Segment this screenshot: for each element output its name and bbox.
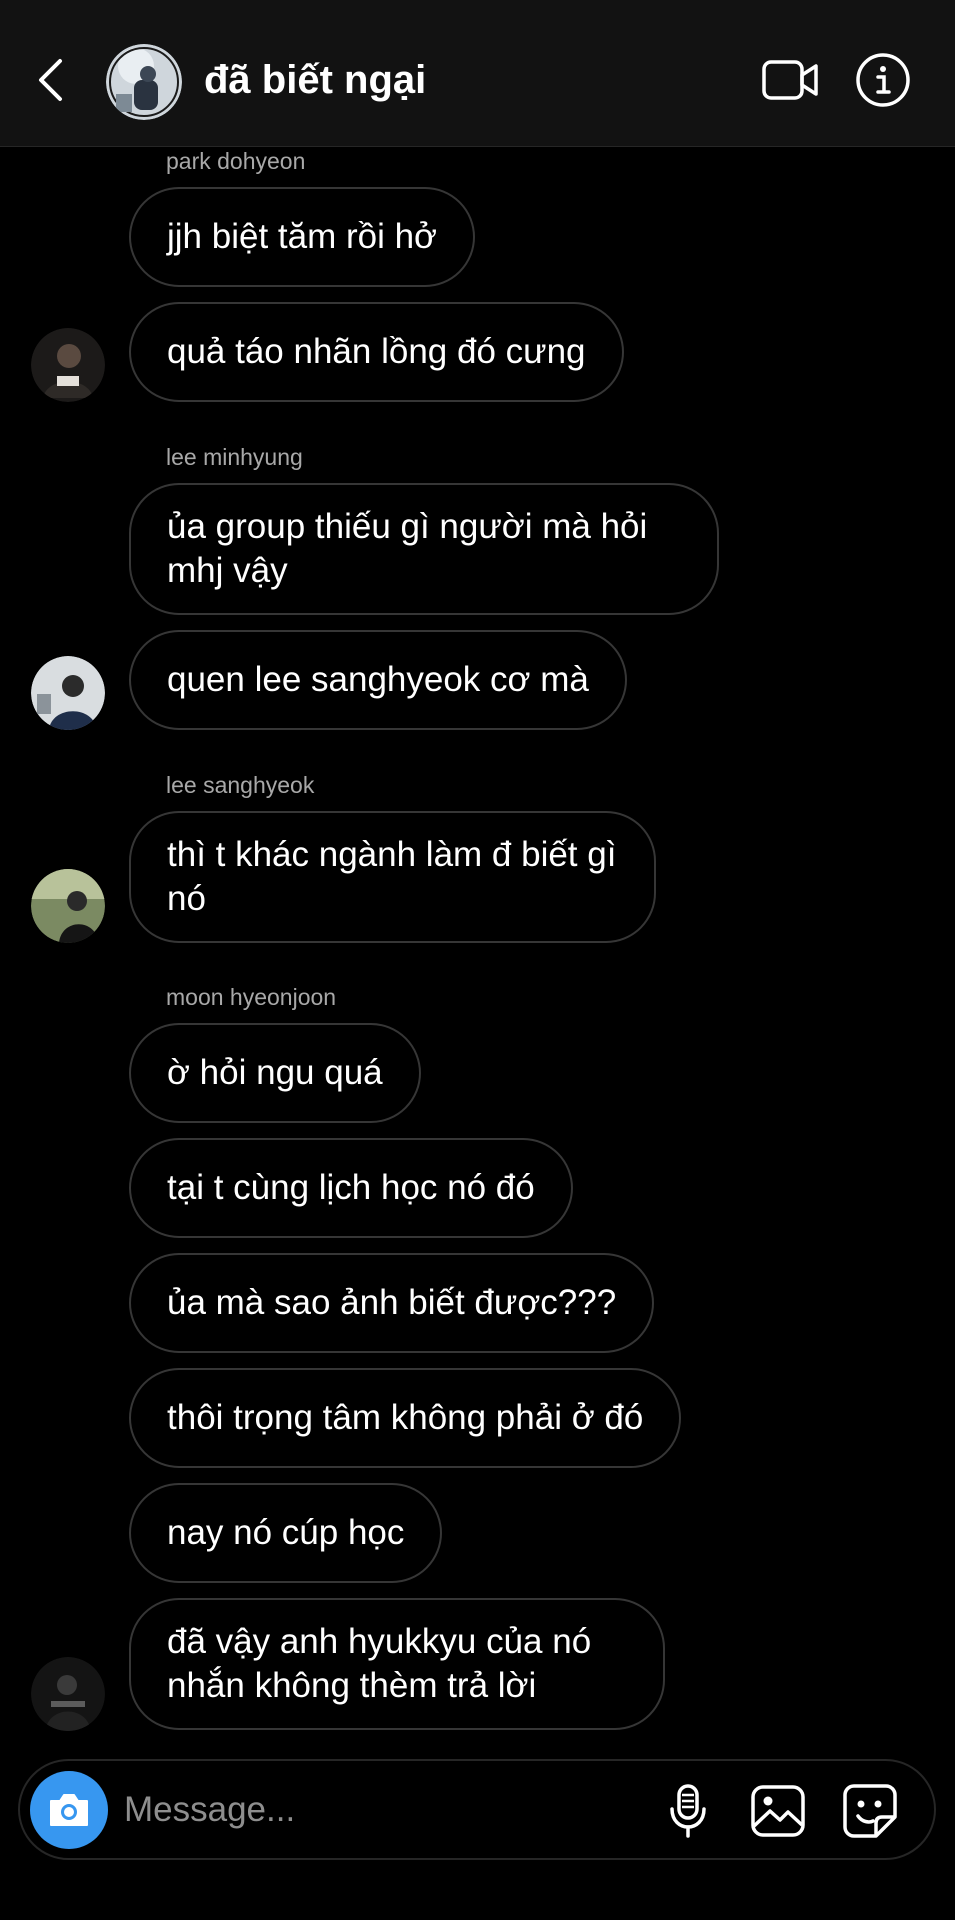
message-bubble[interactable]: quả táo nhãn lồng đó cưng xyxy=(129,302,624,402)
video-call-button[interactable] xyxy=(760,55,820,105)
message-text: tại t cùng lịch học nó đó xyxy=(167,1168,535,1207)
message-bubble[interactable]: ủa mà sao ảnh biết được??? xyxy=(129,1253,655,1353)
message-bubble[interactable]: quen lee sanghyeok cơ mà xyxy=(129,630,627,730)
message-text: quả táo nhãn lồng đó cưng xyxy=(167,332,586,371)
message-text: nay nó cúp học xyxy=(167,1513,405,1552)
back-button[interactable] xyxy=(30,55,70,105)
camera-icon xyxy=(50,1794,88,1826)
camera-button[interactable] xyxy=(30,1771,108,1849)
avatar[interactable] xyxy=(31,656,105,730)
message-bubble[interactable]: thôi trọng tâm không phải ở đó xyxy=(129,1368,682,1468)
sticker-button[interactable] xyxy=(840,1783,900,1839)
chevron-left-icon xyxy=(39,59,62,101)
message-bubble[interactable]: ờ hỏi ngu quá xyxy=(129,1023,421,1123)
sticker-icon xyxy=(843,1784,897,1838)
message-text: quen lee sanghyeok cơ mà xyxy=(167,660,589,699)
message-bubble[interactable]: jjh biệt tăm rồi hở xyxy=(129,187,476,287)
avatar[interactable] xyxy=(31,1657,105,1731)
sender-name: lee minhyung xyxy=(166,444,303,470)
chat-screen: đã biết ngại park dohyeon jjh biệt tăm r… xyxy=(0,0,955,1920)
message-text: ủa group thiếu gì người mà hỏi mhj vậy xyxy=(167,507,648,590)
video-camera-icon xyxy=(762,60,818,100)
message-bubble[interactable]: đã vậy anh hyukkyu của nó nhắn không thè… xyxy=(129,1598,665,1730)
group-avatar[interactable] xyxy=(106,44,182,120)
message-bubble[interactable]: tại t cùng lịch học nó đó xyxy=(129,1138,573,1238)
message-text: ủa mà sao ảnh biết được??? xyxy=(167,1283,617,1322)
chat-title[interactable]: đã biết ngại xyxy=(204,56,426,104)
gallery-icon xyxy=(751,1785,805,1837)
message-thread[interactable]: park dohyeon jjh biệt tăm rồi hở quả táo… xyxy=(0,147,955,1747)
message-input[interactable] xyxy=(124,1779,644,1841)
sender-name: moon hyeonjoon xyxy=(166,984,337,1010)
message-bubble[interactable]: nay nó cúp học xyxy=(129,1483,443,1583)
message-bubble[interactable]: thì t khác ngành làm đ biết gì nó xyxy=(129,811,656,943)
message-text: thôi trọng tâm không phải ở đó xyxy=(167,1398,644,1437)
gallery-button[interactable] xyxy=(748,1783,808,1839)
sender-name: park dohyeon xyxy=(166,148,306,174)
info-button[interactable] xyxy=(855,52,911,108)
message-text: đã vậy anh hyukkyu của nó nhắn không thè… xyxy=(167,1622,592,1705)
avatar[interactable] xyxy=(31,869,105,943)
chat-header: đã biết ngại xyxy=(0,0,955,147)
microphone-icon xyxy=(670,1784,706,1838)
message-composer xyxy=(18,1759,936,1860)
message-text: thì t khác ngành làm đ biết gì nó xyxy=(167,835,617,918)
message-bubble[interactable]: ủa group thiếu gì người mà hỏi mhj vậy xyxy=(129,483,719,615)
sender-name: lee sanghyeok xyxy=(166,772,315,798)
microphone-button[interactable] xyxy=(660,1783,716,1839)
message-text: ờ hỏi ngu quá xyxy=(167,1053,383,1092)
avatar[interactable] xyxy=(31,328,105,402)
message-text: jjh biệt tăm rồi hở xyxy=(167,217,438,256)
info-icon xyxy=(856,53,910,107)
